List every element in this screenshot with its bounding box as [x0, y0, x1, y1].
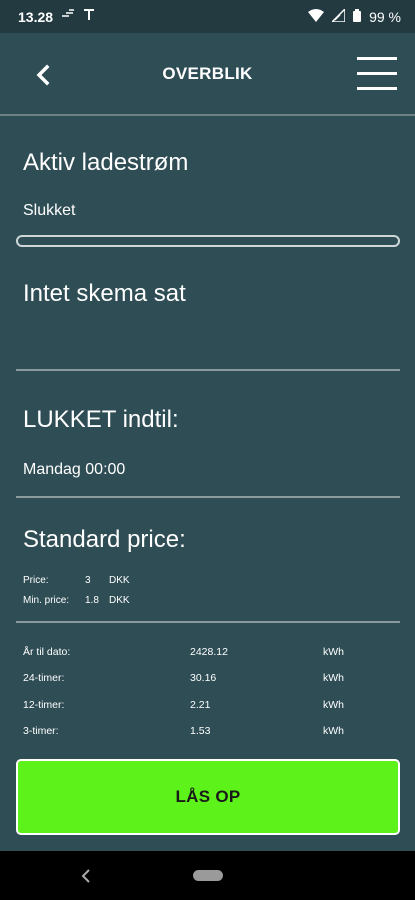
status-right: 99 %	[308, 6, 401, 25]
navigation-bar	[0, 851, 415, 900]
hamburger-line	[357, 72, 397, 75]
battery-icon	[353, 8, 362, 25]
nav-back-button[interactable]	[80, 867, 92, 885]
price-value: 1.8	[85, 594, 99, 606]
wifi-icon	[308, 8, 325, 25]
chevron-left-icon	[81, 869, 90, 883]
charging-status: Slukket	[23, 202, 76, 219]
price-row: Min. price: 1.8 DKK	[23, 590, 130, 610]
stats-unit: kWh	[323, 646, 344, 658]
locked-title: LUKKET indtil:	[23, 406, 179, 433]
stats-unit: kWh	[323, 725, 344, 737]
cast-icon	[61, 9, 75, 24]
stats-label: 12-timer:	[23, 699, 65, 711]
back-button[interactable]	[32, 61, 54, 89]
stats-label: 3-timer:	[23, 725, 59, 737]
price-unit: DKK	[109, 594, 130, 606]
chevron-left-icon	[36, 64, 50, 86]
section-divider	[16, 621, 400, 623]
schedule-title: Intet skema sat	[23, 280, 186, 307]
battery-percentage: 99 %	[369, 8, 401, 25]
stats-unit: kWh	[323, 672, 344, 684]
stats-value: 2.21	[190, 699, 211, 711]
page-title: OVERBLIK	[162, 63, 253, 83]
stats-value: 2428.12	[190, 646, 228, 658]
stats-value: 30.16	[190, 672, 217, 684]
section-divider	[16, 369, 400, 371]
antenna-icon	[83, 9, 95, 24]
hamburger-line	[357, 87, 397, 90]
status-bar: 13.28 99 %	[0, 0, 415, 33]
section-divider	[16, 496, 400, 498]
price-title: Standard price:	[23, 526, 186, 553]
stats-label: 24-timer:	[23, 672, 65, 684]
price-value: 3	[85, 574, 91, 586]
charging-title: Aktiv ladestrøm	[23, 149, 189, 176]
menu-button[interactable]	[357, 55, 397, 91]
locked-until-value: Mandag 00:00	[23, 461, 126, 478]
stats-label: År til dato:	[23, 646, 71, 658]
stats-unit: kWh	[323, 699, 344, 711]
status-time: 13.28	[18, 8, 54, 25]
header-divider	[0, 114, 415, 116]
stats-value: 1.53	[190, 725, 211, 737]
charging-progress-bar	[16, 235, 400, 247]
price-table: Price: 3 DKK Min. price: 1.8 DKK	[23, 570, 130, 610]
price-unit: DKK	[109, 574, 130, 586]
price-row: Price: 3 DKK	[23, 570, 130, 590]
price-label: Price:	[23, 574, 49, 586]
hamburger-line	[357, 57, 397, 60]
nav-home-pill[interactable]	[193, 870, 223, 881]
cellular-signal-icon	[330, 6, 346, 25]
unlock-button[interactable]: LÅS OP	[16, 759, 400, 835]
status-left: 13.28	[18, 9, 95, 25]
price-label: Min. price:	[23, 594, 70, 606]
app-header: OVERBLIK	[0, 33, 415, 114]
